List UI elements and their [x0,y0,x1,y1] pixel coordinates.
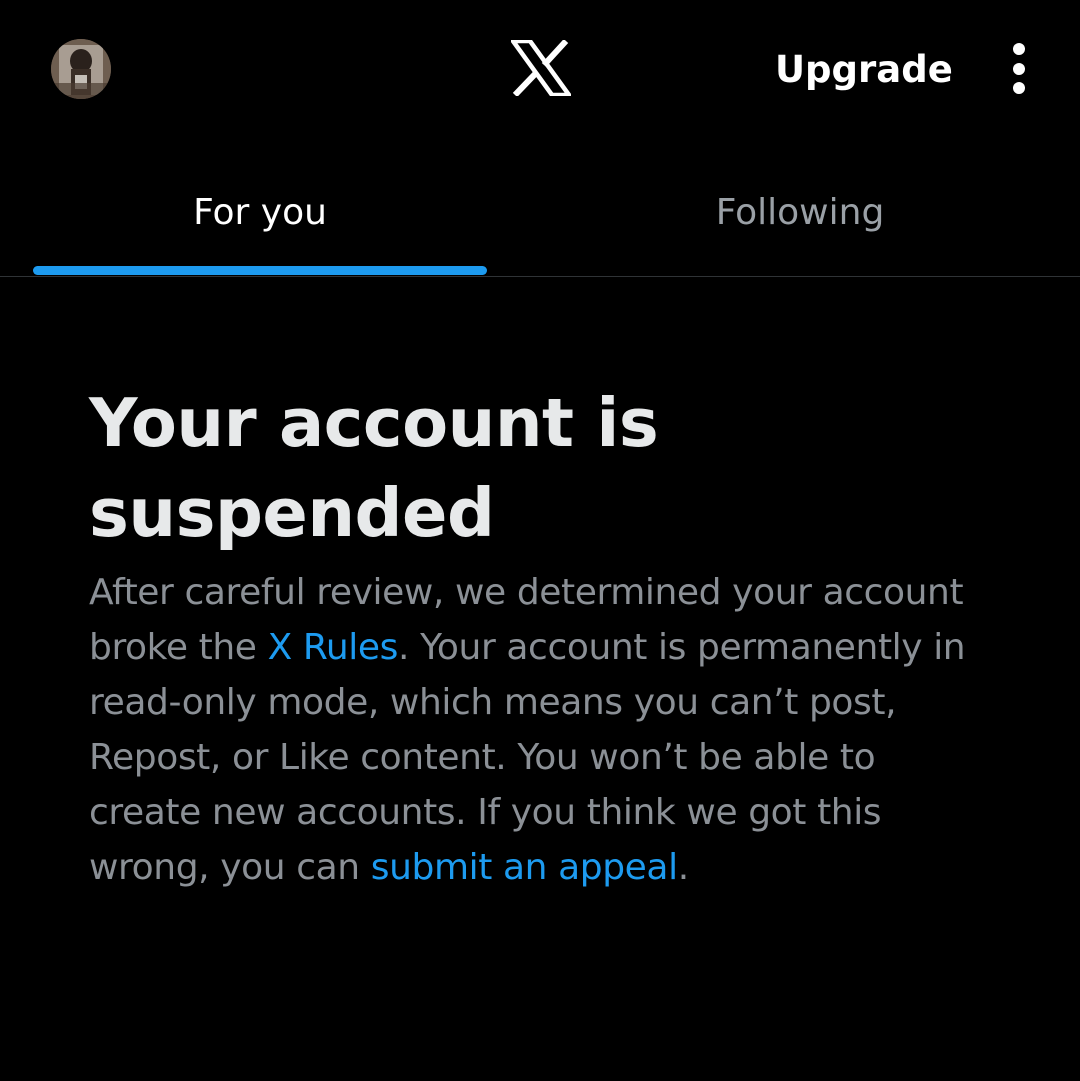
notice-title: Your account is suspended [89,384,659,552]
x-logo-icon[interactable] [511,40,571,96]
top-bar: Upgrade [0,0,1080,140]
avatar-photo-icon [51,39,111,99]
selected-tab-indicator [33,266,487,275]
suspension-notice: Your account is suspended After careful … [89,378,989,895]
avatar[interactable] [51,39,111,99]
tab-for-you-label: For you [193,192,327,233]
tab-for-you[interactable]: For you [0,140,520,276]
tab-following-label: Following [715,192,885,233]
x-rules-link[interactable]: X Rules [268,627,399,668]
timeline-tabs: For you Following [0,140,1080,277]
tab-following[interactable]: Following [540,140,1060,276]
notice-body-end: . [677,847,689,888]
notice-body: After careful review, we determined your… [89,565,969,895]
submit-appeal-link[interactable]: submit an appeal [371,847,678,888]
more-options-icon[interactable] [1000,40,1038,100]
upgrade-button[interactable]: Upgrade [775,44,953,96]
